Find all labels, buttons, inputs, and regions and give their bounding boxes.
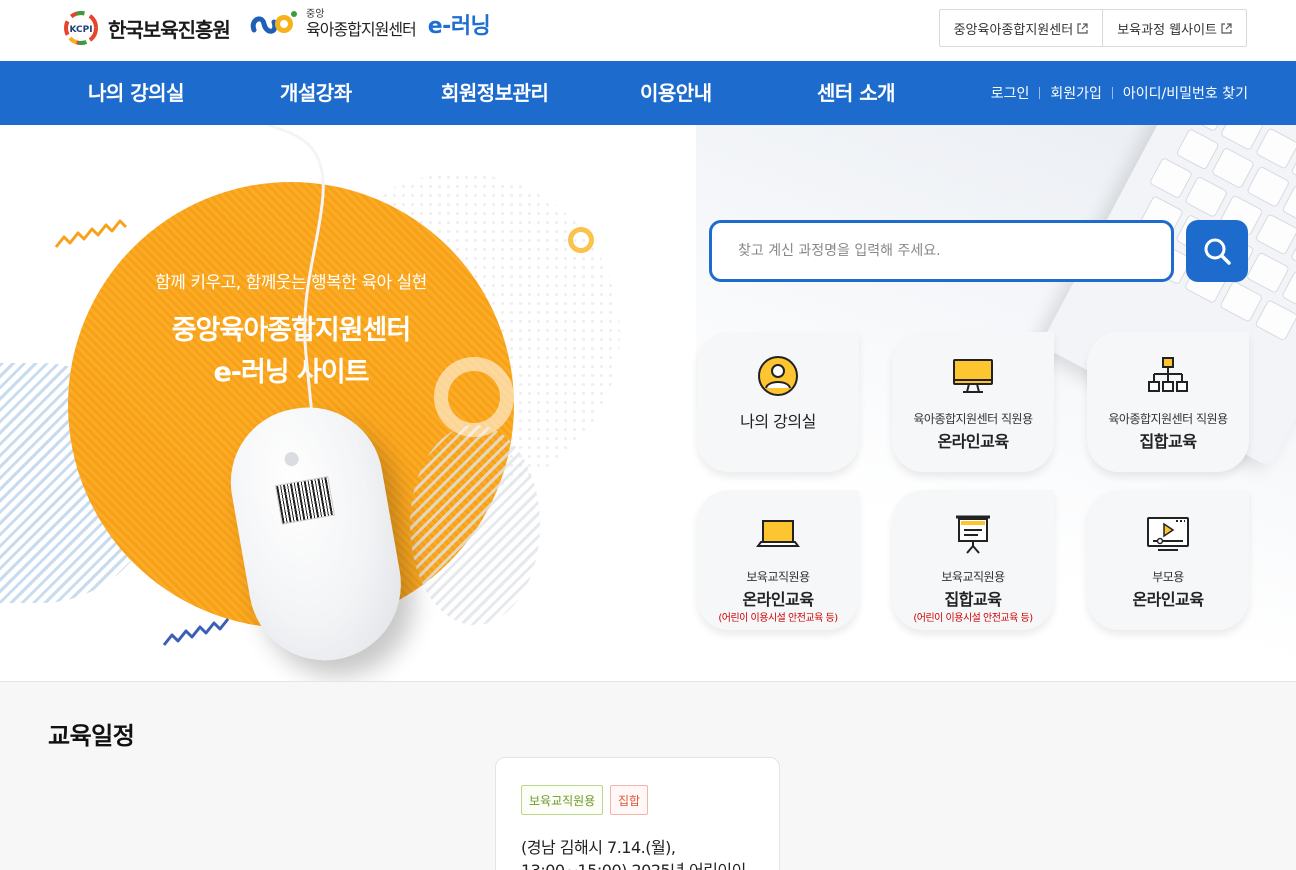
- external-link-label: 보육과정 웹사이트: [1117, 22, 1217, 38]
- quick-menu-label: 온라인교육: [1132, 590, 1204, 609]
- quick-menu-center-staff-group[interactable]: 육아종합지원센터 직원용 집합교육: [1087, 332, 1249, 472]
- center-name-small: 중앙: [306, 9, 325, 20]
- center-emblem-icon: [248, 6, 300, 42]
- nav-item-courses[interactable]: 개설강좌: [280, 61, 352, 125]
- center-name-main: 육아종합지원센터: [306, 20, 417, 39]
- login-link[interactable]: 로그인: [991, 83, 1030, 103]
- nav-item-center-intro[interactable]: 센터 소개: [817, 61, 896, 125]
- quick-menu-parent-online[interactable]: 부모용 온라인교육: [1087, 490, 1249, 630]
- quick-menu-teacher-online[interactable]: 보육교직원용 온라인교육 (어린이 이용시설 안전교육 등): [697, 490, 859, 630]
- kcpi-logo-text: 한국보육진흥원: [108, 17, 231, 42]
- barcode-sticker: [274, 476, 336, 525]
- svg-text:KCPI: KCPI: [69, 25, 92, 35]
- center-name: 중앙 육아종합지원센터: [306, 9, 417, 39]
- quick-menu-teacher-group[interactable]: 보육교직원용 집합교육 (어린이 이용시설 안전교육 등): [892, 490, 1054, 630]
- monitor-icon: [953, 359, 993, 393]
- kcpi-logo[interactable]: KCPI 한국보육진흥원: [60, 10, 231, 46]
- hero-section: 함께 키우고, 함께웃는 행복한 육아 실현 중앙육아종합지원센터 e-러닝 사…: [0, 125, 1296, 681]
- quick-menu-label: 집합교육: [944, 590, 1002, 609]
- user-icon: [758, 356, 798, 396]
- search-icon: [1204, 238, 1231, 265]
- quick-menu-label: 나의 강의실: [740, 412, 816, 431]
- quick-menu-audience: 보육교직원용: [941, 570, 1005, 584]
- decorative-squiggle-orange: [54, 219, 128, 248]
- type-tag: 집합: [610, 785, 649, 815]
- signup-link[interactable]: 회원가입: [1050, 83, 1102, 103]
- quick-menu-note: (어린이 이용시설 안전교육 등): [913, 613, 1033, 624]
- quick-menu-label: 온라인교육: [937, 432, 1009, 451]
- quick-menu-label: 온라인교육: [742, 590, 814, 609]
- external-link-label: 중앙육아종합지원센터: [953, 22, 1074, 38]
- find-account-link[interactable]: 아이디/비밀번호 찾기: [1123, 83, 1248, 103]
- quick-menu-audience: 육아종합지원센터 직원용: [913, 412, 1033, 426]
- quick-menu-my-classroom[interactable]: 나의 강의실: [697, 332, 859, 472]
- nav-item-my-classroom[interactable]: 나의 강의실: [88, 61, 184, 125]
- nav-item-member-info[interactable]: 회원정보관리: [441, 61, 549, 125]
- org-chart-icon: [1148, 357, 1188, 392]
- video-player-icon: [1147, 517, 1189, 551]
- mouse-wheel: [283, 450, 300, 468]
- external-link-central-center[interactable]: 중앙육아종합지원센터: [940, 10, 1103, 46]
- external-links: 중앙육아종합지원센터 보육과정 웹사이트: [938, 9, 1247, 47]
- divider: [1111, 87, 1113, 99]
- mouse-cable: [267, 125, 325, 416]
- external-link-icon: [1221, 22, 1232, 34]
- search-button[interactable]: [1186, 220, 1248, 282]
- quick-menu-audience: 보육교직원용: [746, 570, 810, 584]
- decorative-squiggle-blue: [162, 618, 230, 646]
- external-link-icon: [1077, 22, 1088, 34]
- decorative-stripes: [410, 425, 540, 625]
- laptop-icon: [756, 520, 800, 547]
- top-header: KCPI 한국보육진흥원 중앙 육아종합지원센터 e-러닝 중앙육아종합지원센터: [0, 0, 1296, 61]
- divider: [1039, 87, 1041, 99]
- external-link-curriculum-site[interactable]: 보육과정 웹사이트: [1102, 10, 1246, 46]
- course-search-box: [709, 220, 1174, 282]
- education-schedule-section: 교육일정 보육교직원용 집합 (경남 김해시 7.14.(월), 13:00~1…: [0, 681, 1296, 870]
- center-elearning-logo[interactable]: 중앙 육아종합지원센터 e-러닝: [248, 6, 491, 42]
- schedule-card[interactable]: 보육교직원용 집합 (경남 김해시 7.14.(월), 13:00~15:00)…: [495, 757, 780, 870]
- nav-item-guide[interactable]: 이용안내: [640, 61, 712, 125]
- course-search-input[interactable]: [738, 243, 1171, 259]
- schedule-card-title: (경남 김해시 7.14.(월), 13:00~15:00) 2025년 어린이…: [521, 838, 746, 870]
- quick-menu-audience: 육아종합지원센터 직원용: [1108, 412, 1228, 426]
- quick-menu-note: (어린이 이용시설 안전교육 등): [718, 613, 838, 624]
- quick-menu-center-staff-online[interactable]: 육아종합지원센터 직원용 온라인교육: [892, 332, 1054, 472]
- quick-menu-label: 집합교육: [1139, 432, 1197, 451]
- elearning-logo-text: e-러닝: [427, 14, 491, 39]
- audience-tag: 보육교직원용: [521, 785, 604, 815]
- utility-links: 로그인 회원가입 아이디/비밀번호 찾기: [991, 61, 1248, 125]
- section-title: 교육일정: [48, 722, 135, 750]
- kcpi-emblem-icon: KCPI: [60, 10, 102, 46]
- decorative-ring: [568, 227, 594, 253]
- quick-menu-audience: 부모용: [1152, 570, 1184, 584]
- main-nav: 나의 강의실 개설강좌 회원정보관리 이용안내 센터 소개 로그인 회원가입 아…: [0, 61, 1296, 125]
- presentation-board-icon: [956, 515, 990, 554]
